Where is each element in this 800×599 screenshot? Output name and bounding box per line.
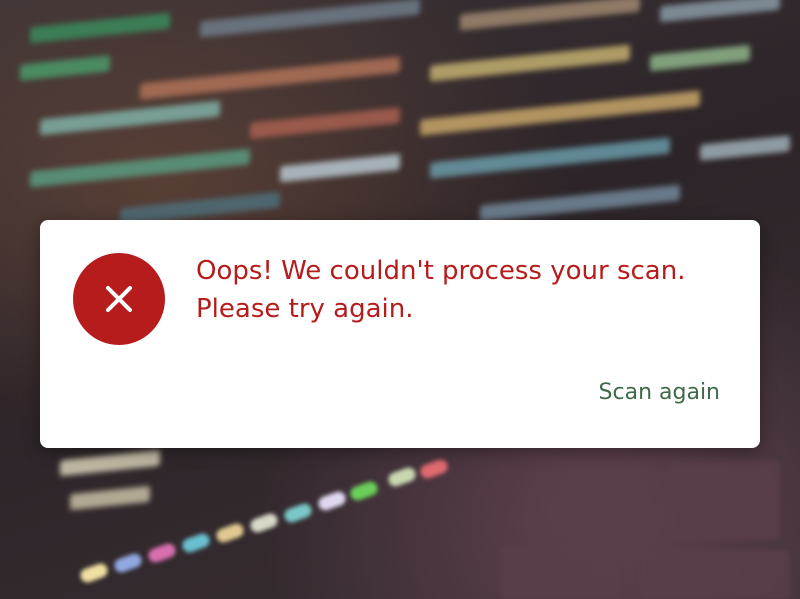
background-led-blur xyxy=(112,551,144,575)
background-key-blur xyxy=(670,460,780,540)
background-code-blur xyxy=(20,55,110,81)
background-led-blur xyxy=(418,457,450,481)
background-led-blur xyxy=(248,511,280,535)
background-code-blur xyxy=(200,0,420,38)
background-code-blur xyxy=(460,0,640,31)
background-code-blur xyxy=(420,90,700,136)
error-message: Oops! We couldn't process your scan. Ple… xyxy=(196,256,686,324)
background-code-blur xyxy=(480,184,680,222)
background-code-blur xyxy=(430,137,670,179)
background-code-blur xyxy=(140,56,400,100)
background-led-blur xyxy=(214,521,246,545)
background-code-blur xyxy=(650,44,750,72)
background-led-blur xyxy=(282,501,314,525)
close-icon xyxy=(106,286,132,312)
background-led-blur xyxy=(180,531,212,555)
background-code-blur xyxy=(30,12,170,44)
background-key-blur xyxy=(500,545,620,599)
background-key-blur xyxy=(560,470,650,540)
background-code-blur xyxy=(280,153,400,183)
background-led-blur xyxy=(386,465,418,489)
error-dialog: Oops! We couldn't process your scan. Ple… xyxy=(40,220,760,448)
background-code-blur xyxy=(40,100,220,136)
background-led-blur xyxy=(78,561,110,585)
error-badge xyxy=(73,253,165,345)
background-code-blur xyxy=(60,449,160,477)
background-code-blur xyxy=(70,485,150,511)
background-key-blur xyxy=(640,550,790,599)
background-led-blur xyxy=(146,541,178,565)
background-code-blur xyxy=(700,135,790,161)
scan-again-button[interactable]: Scan again xyxy=(597,376,722,409)
background-code-blur xyxy=(30,148,250,188)
background-code-blur xyxy=(430,44,630,82)
background-led-blur xyxy=(316,489,348,513)
background-code-blur xyxy=(250,107,400,139)
background-led-blur xyxy=(348,479,380,503)
background-code-blur xyxy=(660,0,780,23)
